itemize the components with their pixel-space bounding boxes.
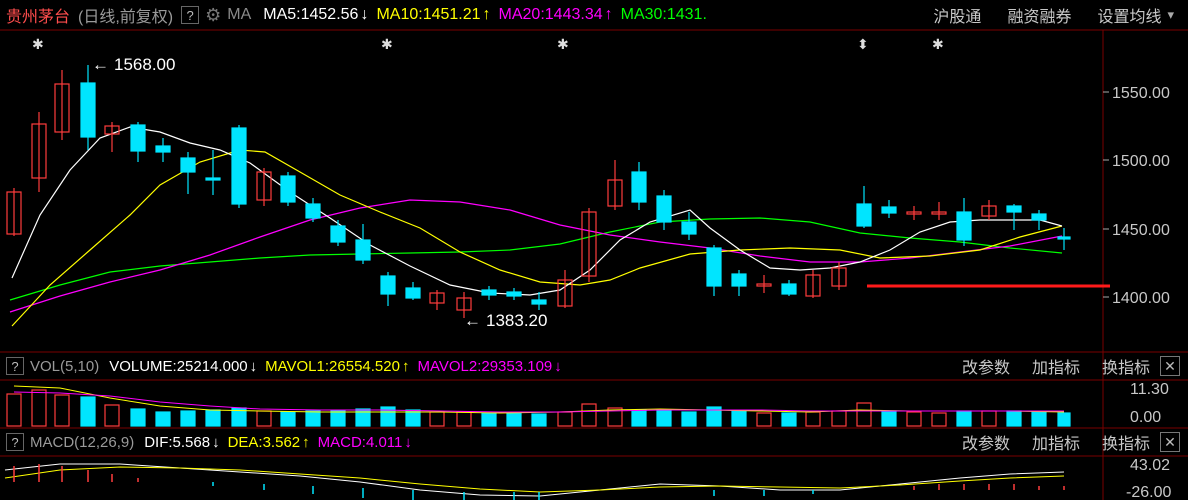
event-marker-icon[interactable]: ✱ (381, 37, 393, 53)
macd-axis-max: 43.02 (1130, 457, 1170, 474)
help-icon[interactable]: ? (6, 433, 24, 451)
arrow-up-icon: ↑ (401, 357, 410, 375)
dif-value: DIF:5.568 (144, 433, 211, 451)
arrow-down-icon: ↓ (212, 433, 220, 451)
price-annotations: ← 1568.00 ← 1383.20 (92, 55, 547, 330)
event-marker-icon[interactable]: ✱ (32, 37, 44, 53)
volume-axis-max: 11.30 (1130, 381, 1169, 398)
low-price-label: 1383.20 (486, 311, 547, 330)
macd-panel-buttons: 改参数 加指标 换指标 ✕ (962, 428, 1188, 456)
volume-panel-header: ? VOL(5,10) VOLUME:25214.000 ↓ MAVOL1:26… (0, 352, 562, 380)
volume-indicator-name[interactable]: VOL(5,10) (30, 358, 99, 375)
event-marker-icon[interactable]: ✱ (557, 37, 569, 53)
volume-axis-min: 0.00 (1130, 409, 1161, 426)
high-arrow: ← (92, 55, 109, 74)
mavol1-value: MAVOL1:26554.520 (265, 357, 400, 375)
close-icon[interactable]: ✕ (1160, 432, 1180, 452)
macd-panel-header: ? MACD(12,26,9) DIF:5.568 ↓ DEA:3.562 ↑ … (0, 428, 412, 456)
price-tick-label: 1400.00 (1112, 290, 1170, 307)
macd-axis-min: -26.00 (1126, 484, 1171, 500)
arrow-down-icon: ↓ (554, 357, 562, 375)
candle-down[interactable] (80, 65, 1071, 310)
ma20-line (9, 199, 1063, 313)
macd-indicator-name[interactable]: MACD(12,26,9) (30, 434, 134, 451)
macd-value: MACD:4.011 (317, 433, 403, 451)
help-icon[interactable]: ? (6, 357, 24, 375)
event-marker-icon[interactable]: ✱ (932, 37, 944, 53)
change-params-button[interactable]: 改参数 (962, 430, 1010, 454)
event-marker-icon[interactable]: ⬍ (857, 37, 869, 53)
close-icon[interactable]: ✕ (1160, 356, 1180, 376)
volume-bars (6, 385, 1071, 427)
arrow-up-icon: ↑ (302, 433, 310, 451)
switch-indicator-button[interactable]: 换指标 (1102, 430, 1150, 454)
event-markers[interactable]: ✱ ✱ ✱ ⬍ ✱ (32, 37, 944, 53)
high-price-label: 1568.00 (114, 55, 175, 74)
mavol2-value: MAVOL2:29353.109 (417, 357, 553, 375)
volume-panel-buttons: 改参数 加指标 换指标 ✕ (962, 352, 1188, 380)
macd-chart (4, 463, 1065, 500)
price-tick-label: 1550.00 (1112, 85, 1170, 102)
switch-indicator-button[interactable]: 换指标 (1102, 354, 1150, 378)
dea-value: DEA:3.562 (227, 433, 301, 451)
candle-up[interactable] (6, 70, 997, 318)
add-indicator-button[interactable]: 加指标 (1032, 354, 1080, 378)
arrow-down-icon: ↓ (404, 433, 412, 451)
add-indicator-button[interactable]: 加指标 (1032, 430, 1080, 454)
price-tick-label: 1450.00 (1112, 222, 1170, 239)
kline-chart[interactable]: 1550.00 1500.00 1450.00 1400.00 11.30 0.… (0, 0, 1188, 500)
low-arrow: ← (464, 311, 481, 330)
price-tick-label: 1500.00 (1112, 153, 1170, 170)
arrow-down-icon: ↓ (249, 357, 258, 375)
volume-value: VOLUME:25214.000 (109, 357, 248, 375)
candlesticks[interactable] (6, 65, 1071, 318)
price-axis: 1550.00 1500.00 1450.00 1400.00 (1103, 85, 1170, 307)
change-params-button[interactable]: 改参数 (962, 354, 1010, 378)
